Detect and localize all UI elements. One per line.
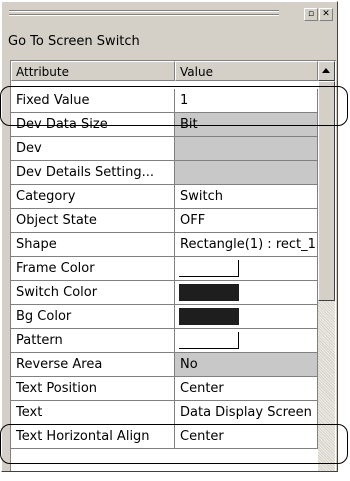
attribute-cell[interactable]: Pattern [11, 329, 175, 353]
titlebar-grip[interactable] [9, 14, 279, 15]
value-cell[interactable]: 1 [175, 89, 318, 113]
value-cell[interactable] [175, 329, 318, 353]
attribute-cell[interactable]: Bg Color [11, 305, 175, 329]
value-cell[interactable] [175, 305, 318, 329]
property-panel: ▫ ✕ Go To Screen Switch Attribute Value … [1, 1, 338, 472]
color-swatch[interactable] [179, 260, 239, 277]
property-row[interactable]: Bg Color [11, 305, 318, 329]
value-cell[interactable] [175, 161, 318, 185]
property-row[interactable]: Dev Details Setting... [11, 161, 318, 185]
property-row[interactable]: Category Switch [11, 185, 318, 209]
panel-titlebar[interactable]: ▫ ✕ [3, 3, 336, 25]
property-row[interactable]: Text Data Display Screen [11, 401, 318, 425]
property-row[interactable]: Shape Rectangle(1) : rect_1 [11, 233, 318, 257]
property-row[interactable]: Text Position Center [11, 377, 318, 401]
attribute-cell[interactable]: Object State [11, 209, 175, 233]
attribute-cell[interactable]: Category [11, 185, 175, 209]
property-row[interactable]: Pattern [11, 329, 318, 353]
vertical-scrollbar[interactable] [318, 61, 335, 471]
property-row[interactable]: Reverse Area No [11, 353, 318, 377]
color-swatch[interactable] [179, 284, 239, 301]
panel-title: Go To Screen Switch [8, 34, 140, 49]
value-cell[interactable] [175, 281, 318, 305]
value-cell[interactable]: Switch [175, 185, 318, 209]
value-cell[interactable]: No [175, 353, 318, 377]
grid-header: Attribute Value [11, 61, 318, 81]
attribute-cell[interactable]: Frame Color [11, 257, 175, 281]
value-cell[interactable]: Rectangle(1) : rect_1 [175, 233, 318, 257]
attribute-cell[interactable]: Text Horizontal Align [11, 425, 175, 449]
attribute-cell[interactable]: Shape [11, 233, 175, 257]
property-row[interactable]: Text Horizontal Align Center [11, 425, 318, 449]
property-row[interactable]: Dev Data Size Bit [11, 113, 318, 137]
titlebar-grip[interactable] [9, 10, 279, 11]
scroll-thumb[interactable] [318, 81, 335, 301]
value-cell[interactable]: Bit [175, 113, 318, 137]
property-row[interactable]: Frame Color [11, 257, 318, 281]
value-cell[interactable]: OFF [175, 209, 318, 233]
color-swatch[interactable] [179, 332, 239, 349]
attribute-cell[interactable]: Text [11, 401, 175, 425]
attribute-cell[interactable]: Reverse Area [11, 353, 175, 377]
value-cell[interactable]: Center [175, 377, 318, 401]
attribute-cell[interactable]: Dev [11, 137, 175, 161]
value-cell[interactable] [175, 137, 318, 161]
attribute-cell[interactable]: Dev Details Setting... [11, 161, 175, 185]
attribute-cell[interactable]: Dev Data Size [11, 113, 175, 137]
property-row[interactable]: Fixed Value 1 [11, 89, 318, 113]
color-swatch[interactable] [179, 308, 239, 325]
property-grid: Attribute Value Fixed Value 1 Dev Data Siz… [10, 60, 336, 471]
arrow-up-icon [322, 68, 330, 73]
column-header-value[interactable]: Value [175, 61, 318, 81]
scroll-up-button[interactable] [318, 61, 335, 81]
property-row[interactable]: Dev [11, 137, 318, 161]
attribute-cell[interactable]: Fixed Value [11, 89, 175, 113]
attribute-cell[interactable]: Switch Color [11, 281, 175, 305]
value-cell[interactable] [175, 257, 318, 281]
column-header-attribute[interactable]: Attribute [11, 61, 175, 81]
value-cell[interactable]: Center [175, 425, 318, 449]
close-icon[interactable]: ✕ [319, 8, 333, 21]
restore-icon[interactable]: ▫ [304, 8, 318, 21]
property-row[interactable]: Object State OFF [11, 209, 318, 233]
attribute-cell[interactable]: Text Position [11, 377, 175, 401]
value-cell[interactable]: Data Display Screen [175, 401, 318, 425]
property-row[interactable]: Switch Color [11, 281, 318, 305]
